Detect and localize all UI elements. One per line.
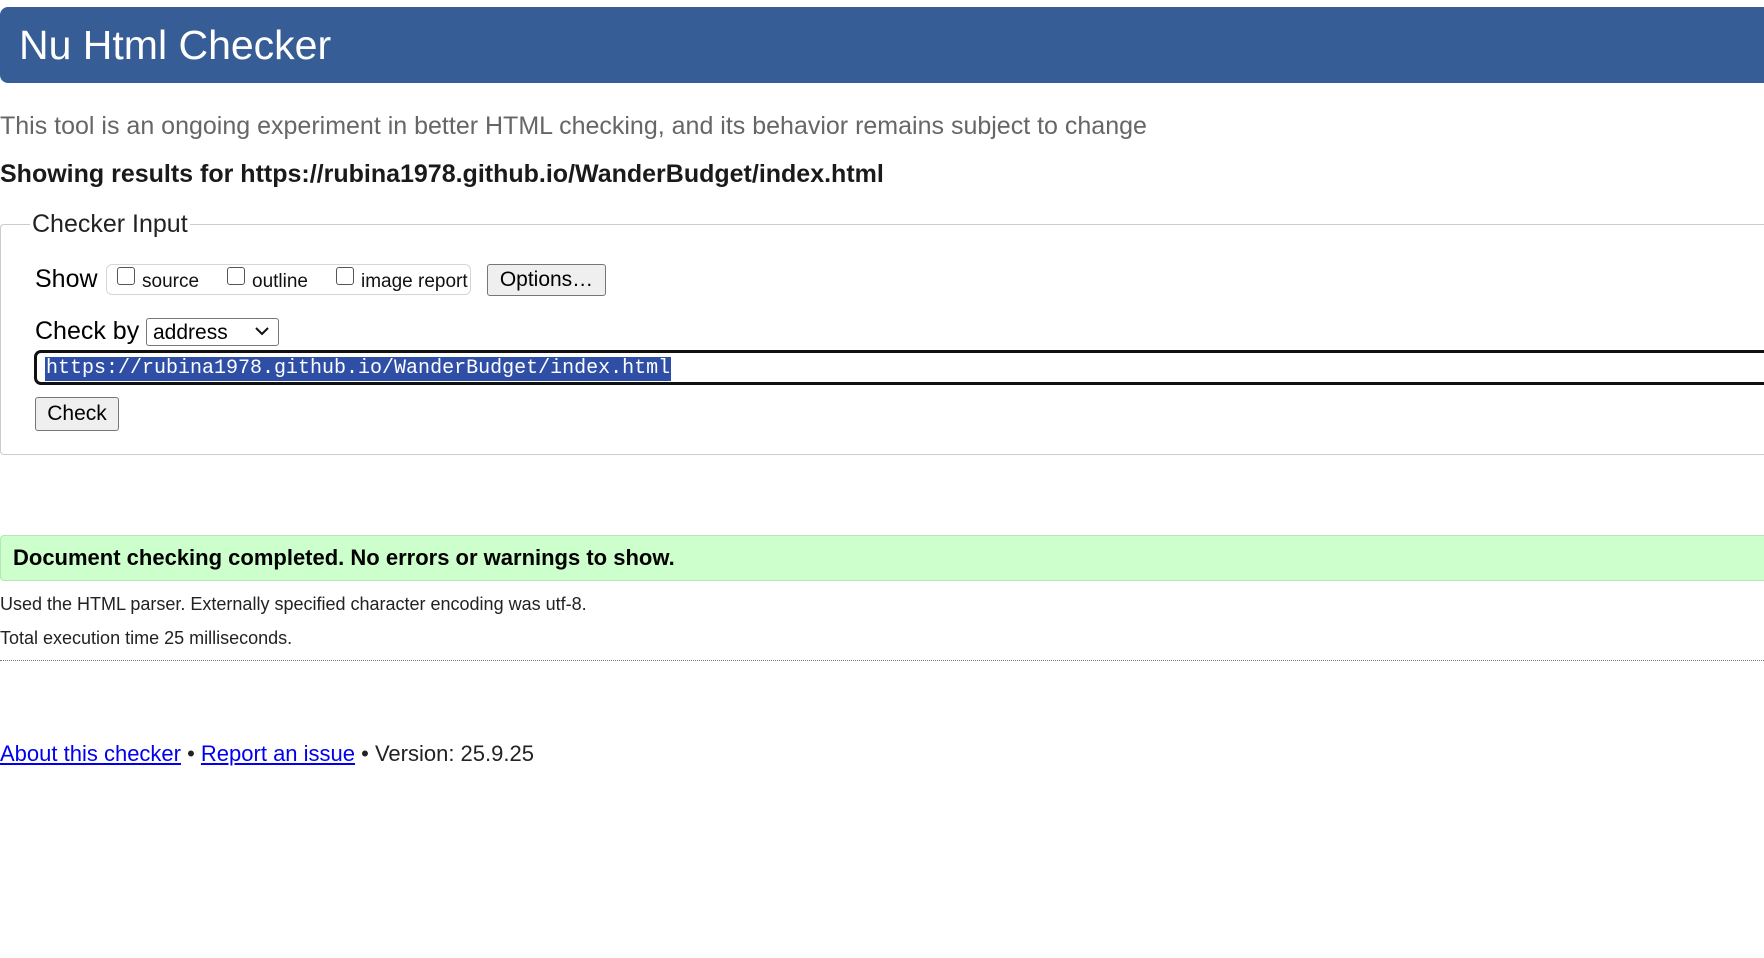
check-by-select-value: address <box>153 321 228 344</box>
about-link[interactable]: About this checker <box>0 741 181 766</box>
success-banner: Document checking completed. No errors o… <box>0 535 1764 581</box>
options-button[interactable]: Options… <box>487 264 606 296</box>
check-button[interactable]: Check <box>35 397 119 431</box>
footer: About this checker • Report an issue • V… <box>0 740 534 768</box>
version-text: Version: 25.9.25 <box>374 741 534 766</box>
checker-input-legend: Checker Input <box>30 208 190 240</box>
footer-separator-1: • <box>180 741 201 766</box>
success-message: Document checking completed. No errors o… <box>13 545 675 570</box>
source-checkbox-label[interactable]: source <box>142 270 199 294</box>
report-issue-link[interactable]: Report an issue <box>201 741 355 766</box>
check-by-label: Check by <box>35 317 140 345</box>
header-bar: Nu Html Checker <box>0 7 1764 83</box>
intro-subtitle: This tool is an ongoing experiment in be… <box>0 112 1147 140</box>
parser-info: Used the HTML parser. Externally specifi… <box>0 594 587 614</box>
outline-checkbox-label[interactable]: outline <box>252 270 308 294</box>
divider <box>0 660 1764 661</box>
source-checkbox[interactable] <box>117 267 135 285</box>
show-options-group: source outline image report <box>106 264 471 295</box>
image-report-checkbox-label[interactable]: image report <box>361 270 468 294</box>
footer-separator-2: • <box>355 741 375 766</box>
url-input-value: https://rubina1978.github.io/WanderBudge… <box>45 357 672 381</box>
image-report-checkbox[interactable] <box>336 267 354 285</box>
outline-checkbox[interactable] <box>227 267 245 285</box>
check-by-select[interactable]: address <box>146 318 279 346</box>
show-label: Show <box>35 265 98 293</box>
page-title: Nu Html Checker <box>19 22 332 68</box>
chevron-down-icon <box>255 327 269 336</box>
execution-time: Total execution time 25 milliseconds. <box>0 628 293 648</box>
url-input[interactable]: https://rubina1978.github.io/WanderBudge… <box>34 350 1764 385</box>
results-for-heading: Showing results for https://rubina1978.g… <box>0 160 884 188</box>
